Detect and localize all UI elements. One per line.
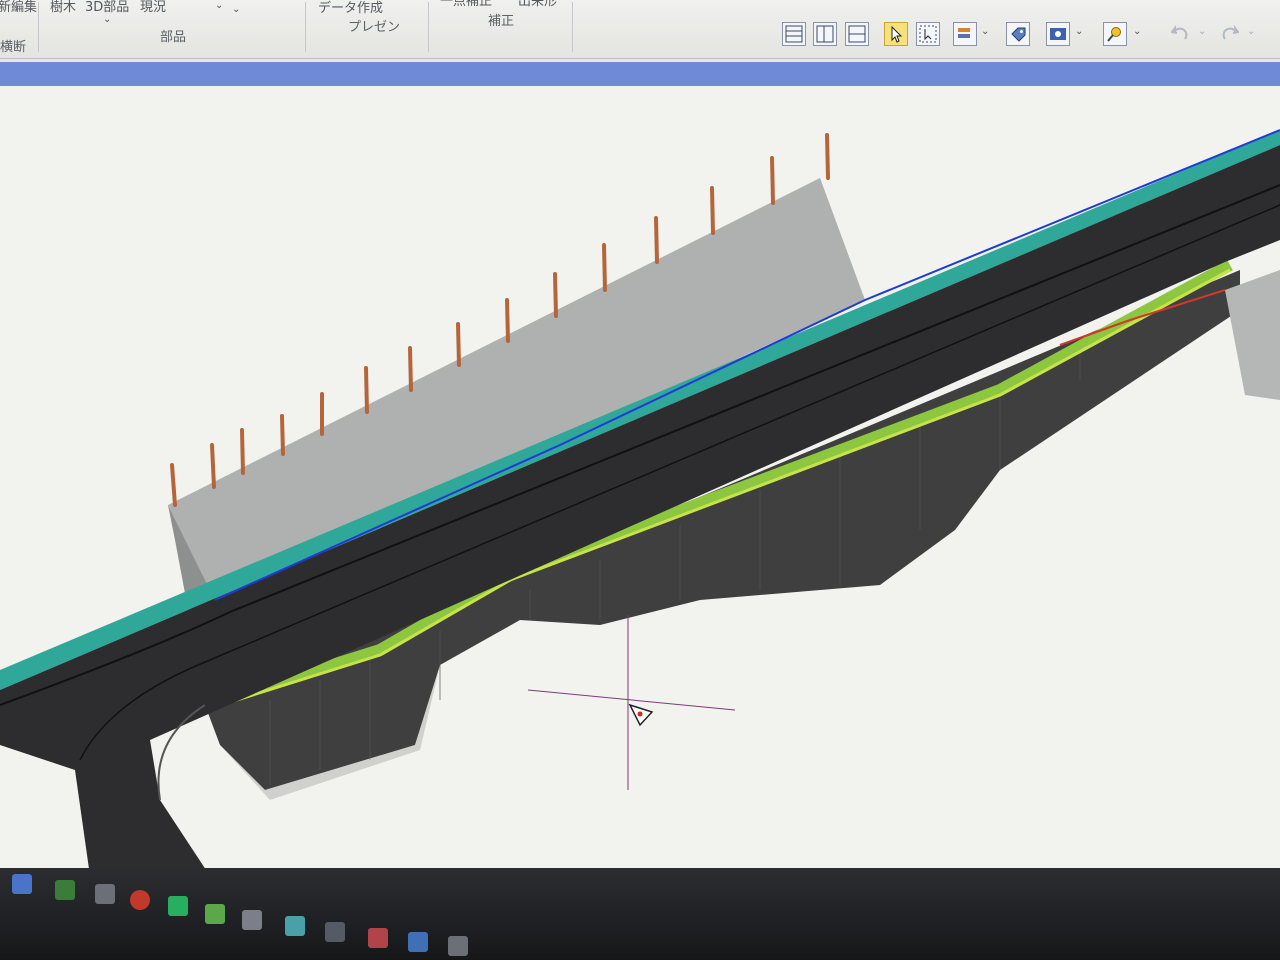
layer-order-icon[interactable] bbox=[953, 22, 977, 46]
tab-edit[interactable]: 新編集 bbox=[0, 0, 37, 15]
app-icon[interactable] bbox=[205, 904, 225, 924]
chevron-down-icon[interactable]: ⌄ bbox=[1133, 26, 1141, 37]
layout-vertical-icon[interactable] bbox=[813, 22, 837, 46]
3d-viewport[interactable] bbox=[0, 86, 1280, 876]
group-divider bbox=[38, 2, 39, 52]
app-icon[interactable] bbox=[242, 910, 262, 930]
chevron-down-icon[interactable]: ⌄ bbox=[981, 26, 989, 37]
tab-3d-parts[interactable]: 3D部品 bbox=[85, 0, 129, 15]
layout-horizontal-icon[interactable] bbox=[782, 22, 806, 46]
chevron-down-icon[interactable]: ⌄ bbox=[1198, 26, 1206, 37]
app-icon[interactable] bbox=[168, 896, 188, 916]
tag-icon[interactable] bbox=[1006, 22, 1030, 46]
chevron-down-icon[interactable]: ⌄ bbox=[1075, 26, 1083, 37]
chevron-down-icon[interactable]: ⌄ bbox=[232, 4, 240, 15]
app-icon[interactable] bbox=[95, 884, 115, 904]
group-divider bbox=[305, 2, 306, 52]
app-icon[interactable] bbox=[12, 874, 32, 894]
view-eye-icon[interactable] bbox=[1046, 22, 1070, 46]
point-correction-button[interactable]: 一点補正 bbox=[440, 0, 492, 9]
chevron-down-icon[interactable]: ⌄ bbox=[103, 14, 111, 25]
os-taskbar bbox=[0, 868, 1280, 960]
zoom-select-icon[interactable] bbox=[916, 22, 940, 46]
app-icon[interactable] bbox=[408, 932, 428, 952]
app-icon[interactable] bbox=[55, 880, 75, 900]
group-label-cross-section: 横断 bbox=[0, 40, 27, 55]
group-divider bbox=[572, 2, 573, 52]
group-divider bbox=[428, 2, 429, 52]
3d-model-canvas[interactable] bbox=[0, 86, 1280, 876]
viewport-title-bar bbox=[0, 62, 1280, 86]
layout-split-icon[interactable] bbox=[845, 22, 869, 46]
group-label-parts: 部品 bbox=[160, 30, 187, 45]
chevron-down-icon[interactable]: ⌄ bbox=[1247, 26, 1255, 37]
select-cursor-icon[interactable] bbox=[884, 22, 908, 46]
data-create-button[interactable]: データ作成 bbox=[318, 0, 383, 16]
redo-icon[interactable] bbox=[1218, 22, 1242, 46]
undo-icon[interactable] bbox=[1168, 22, 1192, 46]
app-icon[interactable] bbox=[448, 936, 468, 956]
app-icon[interactable] bbox=[285, 916, 305, 936]
app-icon[interactable] bbox=[368, 928, 388, 948]
tab-trees[interactable]: 樹木 bbox=[50, 0, 76, 15]
as-built-button[interactable]: 出来形 bbox=[518, 0, 557, 9]
app-icon[interactable] bbox=[325, 922, 345, 942]
group-label-presentation: プレゼン bbox=[348, 20, 401, 35]
app-icon[interactable] bbox=[130, 890, 150, 910]
chevron-down-icon[interactable]: ⌄ bbox=[215, 0, 223, 11]
search-tool-icon[interactable] bbox=[1103, 22, 1127, 46]
ribbon-toolbar: 新編集 樹木 3D部品 現況 ⌄ ⌄ ⌄ 横断 部品 データ作成 プレゼン 一点… bbox=[0, 0, 1280, 59]
tab-current[interactable]: 現況 bbox=[140, 0, 166, 15]
group-label-correction: 補正 bbox=[488, 14, 515, 29]
